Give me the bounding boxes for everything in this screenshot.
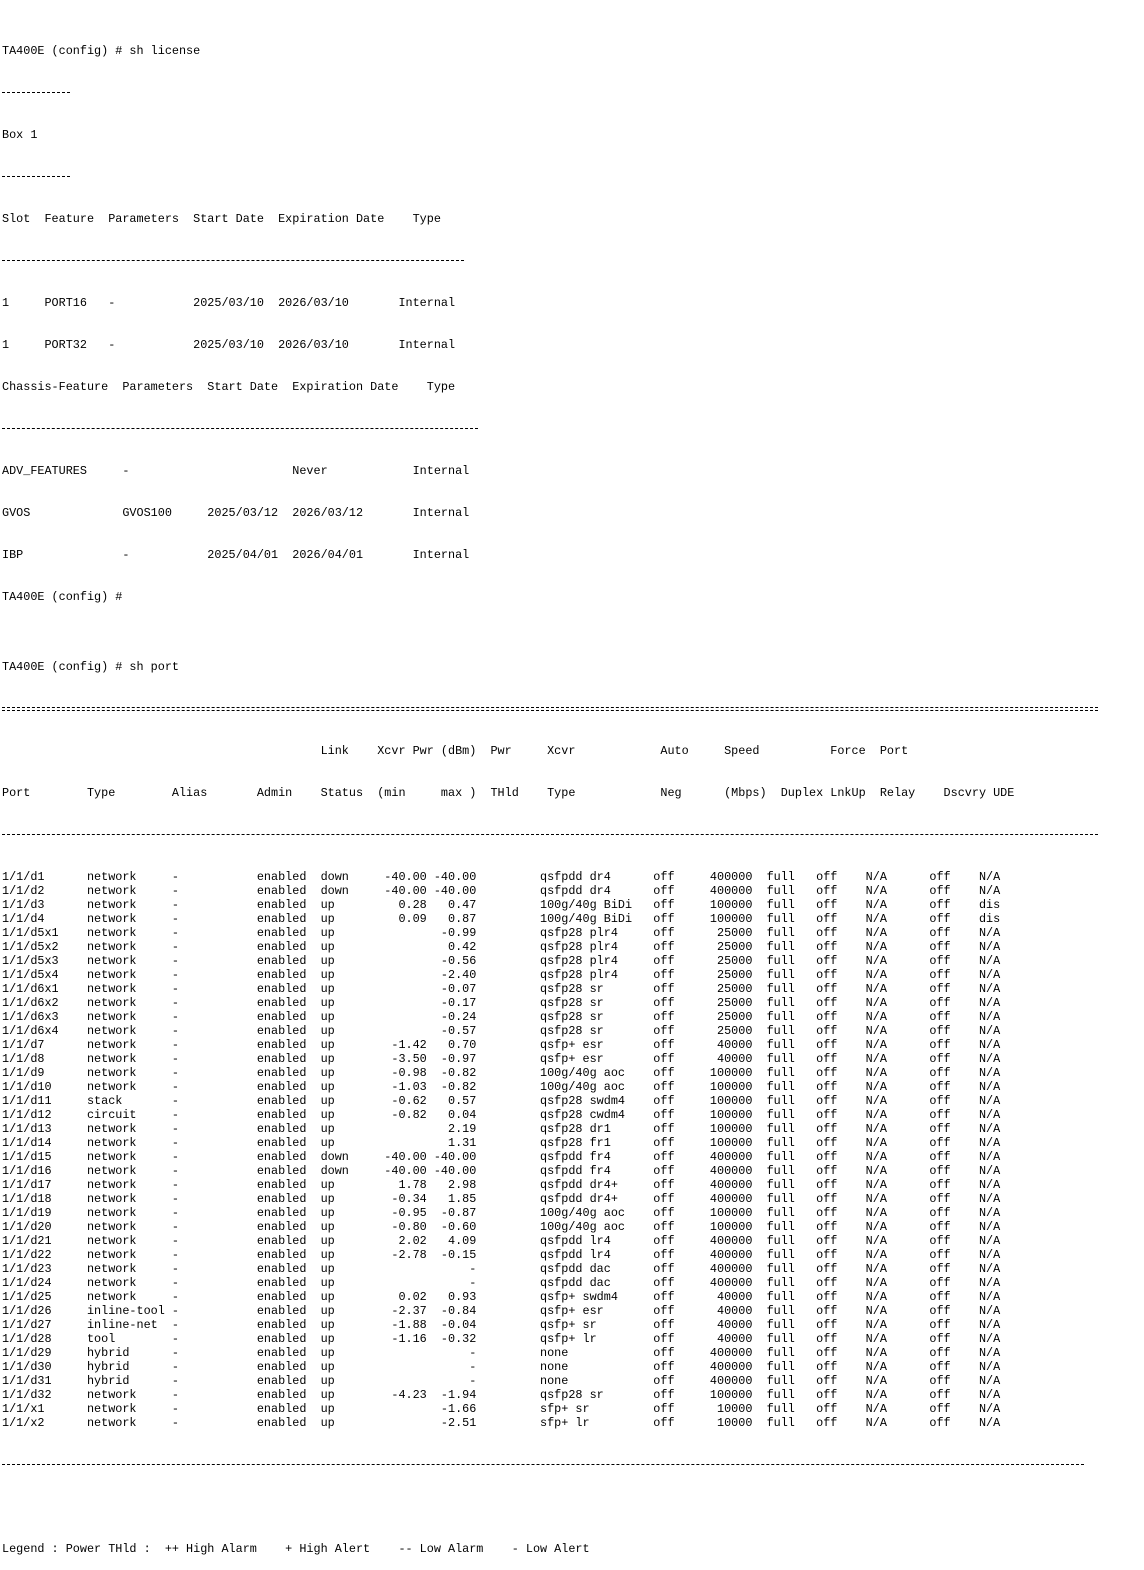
- port-row: 1/1/d30 hybrid - enabled up - none off 4…: [2, 1360, 1001, 1374]
- port-row: 1/1/d5x2 network - enabled up 0.42 qsfp2…: [2, 940, 1001, 954]
- port-row: 1/1/d17 network - enabled up 1.78 2.98 q…: [2, 1178, 1001, 1192]
- port-row: 1/1/d5x3 network - enabled up -0.56 qsfp…: [2, 954, 1001, 968]
- separator-line: [2, 422, 478, 436]
- port-table-body: 1/1/d1 network - enabled down -40.00 -40…: [2, 870, 1142, 1430]
- port-row: 1/1/d19 network - enabled up -0.95 -0.87…: [2, 1206, 1001, 1220]
- port-row: 1/1/d4 network - enabled up 0.09 0.87 10…: [2, 912, 1001, 926]
- separator-line: [2, 170, 70, 184]
- license-slot-row: 1 PORT16 - 2025/03/10 2026/03/10 Interna…: [2, 296, 456, 310]
- license-slot-row: 1 PORT32 - 2025/03/10 2026/03/10 Interna…: [2, 338, 456, 352]
- separator-line: [2, 1458, 1084, 1472]
- port-row: 1/1/x1 network - enabled up -1.66 sfp+ s…: [2, 1402, 1001, 1416]
- port-row: 1/1/d7 network - enabled up -1.42 0.70 q…: [2, 1038, 1001, 1052]
- port-table-header: Port Type Alias Admin Status (min max ) …: [2, 786, 1015, 800]
- port-row: 1/1/d5x1 network - enabled up -0.99 qsfp…: [2, 926, 1001, 940]
- port-row: 1/1/d31 hybrid - enabled up - none off 4…: [2, 1374, 1001, 1388]
- port-row: 1/1/d27 inline-net - enabled up -1.88 -0…: [2, 1318, 1001, 1332]
- license-command-line: TA400E (config) # sh license: [2, 44, 201, 58]
- port-row: 1/1/d20 network - enabled up -0.80 -0.60…: [2, 1220, 1001, 1234]
- port-row: 1/1/d18 network - enabled up -0.34 1.85 …: [2, 1192, 1001, 1206]
- port-row: 1/1/d28 tool - enabled up -1.16 -0.32 qs…: [2, 1332, 1001, 1346]
- license-chassis-row: IBP - 2025/04/01 2026/04/01 Internal: [2, 548, 470, 562]
- port-row: 1/1/d25 network - enabled up 0.02 0.93 q…: [2, 1290, 1001, 1304]
- terminal-window[interactable]: TA400E (config) # sh license Box 1 Slot …: [2, 2, 1142, 1570]
- port-row: 1/1/d2 network - enabled down -40.00 -40…: [2, 884, 1001, 898]
- port-row: 1/1/d15 network - enabled down -40.00 -4…: [2, 1150, 1001, 1164]
- license-chassis-header: Chassis-Feature Parameters Start Date Ex…: [2, 380, 456, 394]
- port-row: 1/1/d21 network - enabled up 2.02 4.09 q…: [2, 1234, 1001, 1248]
- port-row: 1/1/d9 network - enabled up -0.98 -0.82 …: [2, 1066, 1001, 1080]
- double-separator-line: [2, 702, 1098, 716]
- port-row: 1/1/d6x3 network - enabled up -0.24 qsfp…: [2, 1010, 1001, 1024]
- port-row: 1/1/d22 network - enabled up -2.78 -0.15…: [2, 1248, 1001, 1262]
- port-row: 1/1/d11 stack - enabled up -0.62 0.57 qs…: [2, 1094, 1001, 1108]
- separator-line: [2, 828, 1098, 842]
- port-row: 1/1/d24 network - enabled up - qsfpdd da…: [2, 1276, 1001, 1290]
- port-row: 1/1/d6x1 network - enabled up -0.07 qsfp…: [2, 982, 1001, 996]
- port-row: 1/1/d6x2 network - enabled up -0.17 qsfp…: [2, 996, 1001, 1010]
- license-chassis-row: GVOS GVOS100 2025/03/12 2026/03/12 Inter…: [2, 506, 470, 520]
- box-label: Box 1: [2, 128, 38, 142]
- port-row: 1/1/d8 network - enabled up -3.50 -0.97 …: [2, 1052, 1001, 1066]
- port-row: 1/1/d16 network - enabled down -40.00 -4…: [2, 1164, 1001, 1178]
- port-row: 1/1/d13 network - enabled up 2.19 qsfp28…: [2, 1122, 1001, 1136]
- port-row: 1/1/d29 hybrid - enabled up - none off 4…: [2, 1346, 1001, 1360]
- port-row: 1/1/d26 inline-tool - enabled up -2.37 -…: [2, 1304, 1001, 1318]
- port-row: 1/1/d32 network - enabled up -4.23 -1.94…: [2, 1388, 1001, 1402]
- separator-line: [2, 86, 70, 100]
- command-prompt: TA400E (config) #: [2, 590, 123, 604]
- legend-line: Legend : Power THld : ++ High Alarm + Hi…: [2, 1542, 590, 1556]
- separator-line: [2, 254, 464, 268]
- port-row: 1/1/d5x4 network - enabled up -2.40 qsfp…: [2, 968, 1001, 982]
- port-row: 1/1/d10 network - enabled up -1.03 -0.82…: [2, 1080, 1001, 1094]
- port-table-header: Link Xcvr Pwr (dBm) Pwr Xcvr Auto Speed …: [2, 744, 909, 758]
- port-row: 1/1/d12 circuit - enabled up -0.82 0.04 …: [2, 1108, 1001, 1122]
- port-row: 1/1/d3 network - enabled up 0.28 0.47 10…: [2, 898, 1001, 912]
- port-row: 1/1/d14 network - enabled up 1.31 qsfp28…: [2, 1136, 1001, 1150]
- license-chassis-row: ADV_FEATURES - Never Internal: [2, 464, 470, 478]
- port-row: 1/1/d23 network - enabled up - qsfpdd da…: [2, 1262, 1001, 1276]
- port-row: 1/1/d6x4 network - enabled up -0.57 qsfp…: [2, 1024, 1001, 1038]
- port-command-line: TA400E (config) # sh port: [2, 660, 179, 674]
- port-row: 1/1/x2 network - enabled up -2.51 sfp+ l…: [2, 1416, 1001, 1430]
- port-row: 1/1/d1 network - enabled down -40.00 -40…: [2, 870, 1001, 884]
- license-slot-header: Slot Feature Parameters Start Date Expir…: [2, 212, 441, 226]
